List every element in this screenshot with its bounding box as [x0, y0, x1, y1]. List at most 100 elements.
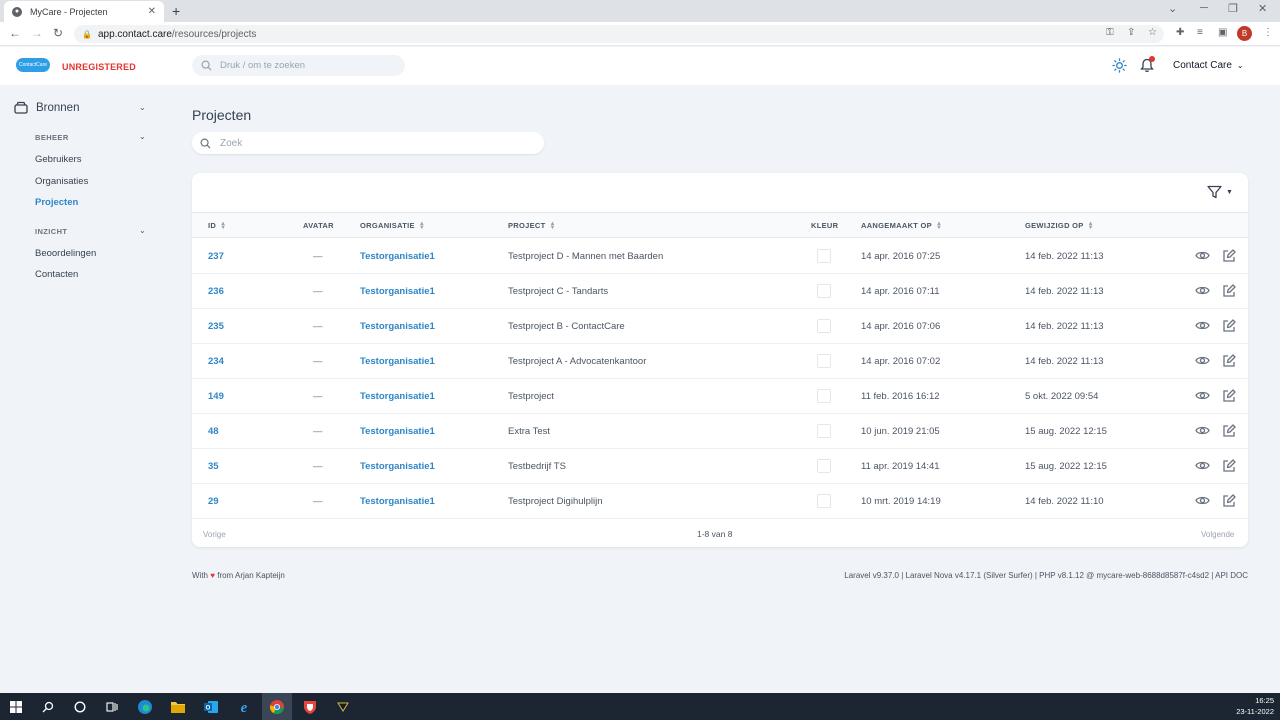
taskbar-clock[interactable]: 16:25 23-11-2022	[1230, 695, 1274, 717]
close-tab-icon[interactable]: ✕	[148, 6, 156, 17]
edit-icon[interactable]	[1222, 284, 1236, 298]
contactcare-logo[interactable]: ContactCare	[16, 58, 50, 72]
row-avatar: —	[313, 496, 323, 507]
forward-icon[interactable]: →	[31, 26, 43, 40]
view-eye-icon[interactable]	[1195, 355, 1210, 366]
terminal-app-icon[interactable]	[333, 697, 353, 717]
row-organisation-link[interactable]: Testorganisatie1	[360, 426, 435, 437]
reading-list-icon[interactable]: ≡	[1197, 27, 1203, 38]
previous-page-button[interactable]: Vorige	[203, 530, 226, 539]
row-organisation-link[interactable]: Testorganisatie1	[360, 496, 435, 507]
row-organisation-link[interactable]: Testorganisatie1	[360, 356, 435, 367]
view-eye-icon[interactable]	[1195, 425, 1210, 436]
column-header-project[interactable]: PROJECT ▲ ▼	[508, 221, 556, 231]
column-header-gewijzigd-op[interactable]: GEWIJZIGD OP ▲ ▼	[1025, 220, 1094, 231]
row-updated: 14 feb. 2022 11:13	[1025, 356, 1104, 367]
side-panel-icon[interactable]: ▣	[1218, 27, 1227, 38]
new-tab-button[interactable]: +	[172, 3, 180, 19]
cortana-icon[interactable]	[70, 697, 90, 717]
user-menu[interactable]: Contact Care ⌄	[1173, 60, 1244, 71]
row-organisation-link[interactable]: Testorganisatie1	[360, 251, 435, 262]
row-organisation-link[interactable]: Testorganisatie1	[360, 461, 435, 472]
column-label: AANGEMAAKT OP	[861, 221, 932, 230]
row-updated: 14 feb. 2022 11:13	[1025, 251, 1104, 262]
theme-sun-icon[interactable]	[1112, 58, 1127, 73]
edit-icon[interactable]	[1222, 424, 1236, 438]
sidebar-section-bronnen[interactable]: Bronnen	[14, 101, 79, 114]
sidebar-item-beoordelingen[interactable]: Beoordelingen	[35, 248, 96, 259]
sidebar-group-inzicht[interactable]: INZICHT	[35, 227, 67, 236]
browser-menu-icon[interactable]: ⋮	[1263, 27, 1273, 38]
browser-tab[interactable]: ● MyCare - Projecten ✕	[4, 1, 164, 22]
minimize-icon[interactable]: ─	[1200, 2, 1208, 14]
row-organisation-link[interactable]: Testorganisatie1	[360, 286, 435, 297]
edit-icon[interactable]	[1222, 354, 1236, 368]
sort-icon: ▲ ▼	[1087, 220, 1094, 231]
reload-icon[interactable]: ↻	[53, 26, 63, 40]
view-eye-icon[interactable]	[1195, 320, 1210, 331]
view-eye-icon[interactable]	[1195, 495, 1210, 506]
extensions-icon[interactable]: ✚	[1176, 27, 1184, 38]
row-project: Testproject A - Advocatenkantoor	[508, 356, 647, 367]
column-header-id[interactable]: ID ▲ ▼	[208, 221, 226, 231]
edit-icon[interactable]	[1222, 494, 1236, 508]
view-eye-icon[interactable]	[1195, 285, 1210, 296]
row-id-link[interactable]: 237	[208, 251, 224, 262]
table-row: 234 — Testorganisatie1 Testproject A - A…	[192, 344, 1248, 379]
shield-app-icon[interactable]	[300, 697, 320, 717]
profile-avatar[interactable]: B	[1237, 26, 1252, 41]
edit-icon[interactable]	[1222, 389, 1236, 403]
chrome-icon[interactable]	[267, 697, 287, 717]
sidebar-item-contacten[interactable]: Contacten	[35, 269, 78, 280]
close-window-icon[interactable]: ✕	[1258, 2, 1267, 15]
row-id-link[interactable]: 35	[208, 461, 219, 472]
column-header-organisatie[interactable]: ORGANISATIE ▲ ▼	[360, 221, 425, 231]
ie-icon[interactable]: e	[234, 697, 254, 717]
edit-icon[interactable]	[1222, 319, 1236, 333]
back-icon[interactable]: ←	[9, 26, 21, 40]
row-id-link[interactable]: 48	[208, 426, 219, 437]
restore-icon[interactable]: ❐	[1228, 2, 1238, 15]
unregistered-badge: UNREGISTERED	[62, 62, 136, 72]
global-search-input[interactable]: Druk / om te zoeken	[192, 55, 405, 76]
view-eye-icon[interactable]	[1195, 460, 1210, 471]
sidebar-item-organisaties[interactable]: Organisaties	[35, 176, 88, 187]
tab-search-chevron-icon[interactable]: ⌄	[1168, 2, 1177, 15]
view-eye-icon[interactable]	[1195, 250, 1210, 261]
bookmark-star-icon[interactable]: ☆	[1148, 27, 1157, 38]
row-organisation-link[interactable]: Testorganisatie1	[360, 391, 435, 402]
key-icon[interactable]: ⚿	[1106, 27, 1114, 38]
column-header-aangemaakt-op[interactable]: AANGEMAAKT OP ▲ ▼	[861, 221, 942, 231]
edit-icon[interactable]	[1222, 249, 1236, 263]
share-icon[interactable]: ⇪	[1127, 27, 1135, 38]
sidebar-item-gebruikers[interactable]: Gebruikers	[35, 154, 81, 165]
row-id-link[interactable]: 235	[208, 321, 224, 332]
outlook-icon[interactable]: O	[201, 697, 221, 717]
row-color-swatch	[817, 424, 831, 438]
row-organisation-link[interactable]: Testorganisatie1	[360, 321, 435, 332]
address-bar[interactable]: 🔒 app.contact.care/resources/projects	[74, 25, 1164, 43]
edit-icon[interactable]	[1222, 459, 1236, 473]
chevron-down-icon[interactable]: ⌄	[139, 132, 146, 141]
edge-icon[interactable]	[135, 697, 155, 717]
resource-search-input[interactable]: Zoek	[192, 132, 544, 154]
column-label: KLEUR	[811, 221, 839, 230]
row-id-link[interactable]: 236	[208, 286, 224, 297]
view-eye-icon[interactable]	[1195, 390, 1210, 401]
windows-icon[interactable]	[6, 697, 26, 717]
task-view-icon[interactable]	[102, 697, 122, 717]
search-icon[interactable]	[38, 697, 58, 717]
sidebar-item-projecten[interactable]: Projecten	[35, 197, 78, 208]
file-explorer-icon[interactable]	[168, 697, 188, 717]
row-avatar: —	[313, 461, 323, 472]
svg-text:O: O	[206, 706, 211, 712]
row-id-link[interactable]: 149	[208, 391, 224, 402]
chevron-down-icon[interactable]: ⌄	[139, 103, 146, 112]
chevron-down-icon[interactable]: ⌄	[139, 226, 146, 235]
windows-taskbar	[0, 693, 1280, 720]
row-id-link[interactable]: 29	[208, 496, 219, 507]
next-page-button[interactable]: Volgende	[1201, 530, 1234, 539]
filter-button[interactable]: ▼	[1207, 185, 1233, 199]
row-id-link[interactable]: 234	[208, 356, 224, 367]
sidebar-group-beheer[interactable]: BEHEER	[35, 133, 69, 142]
